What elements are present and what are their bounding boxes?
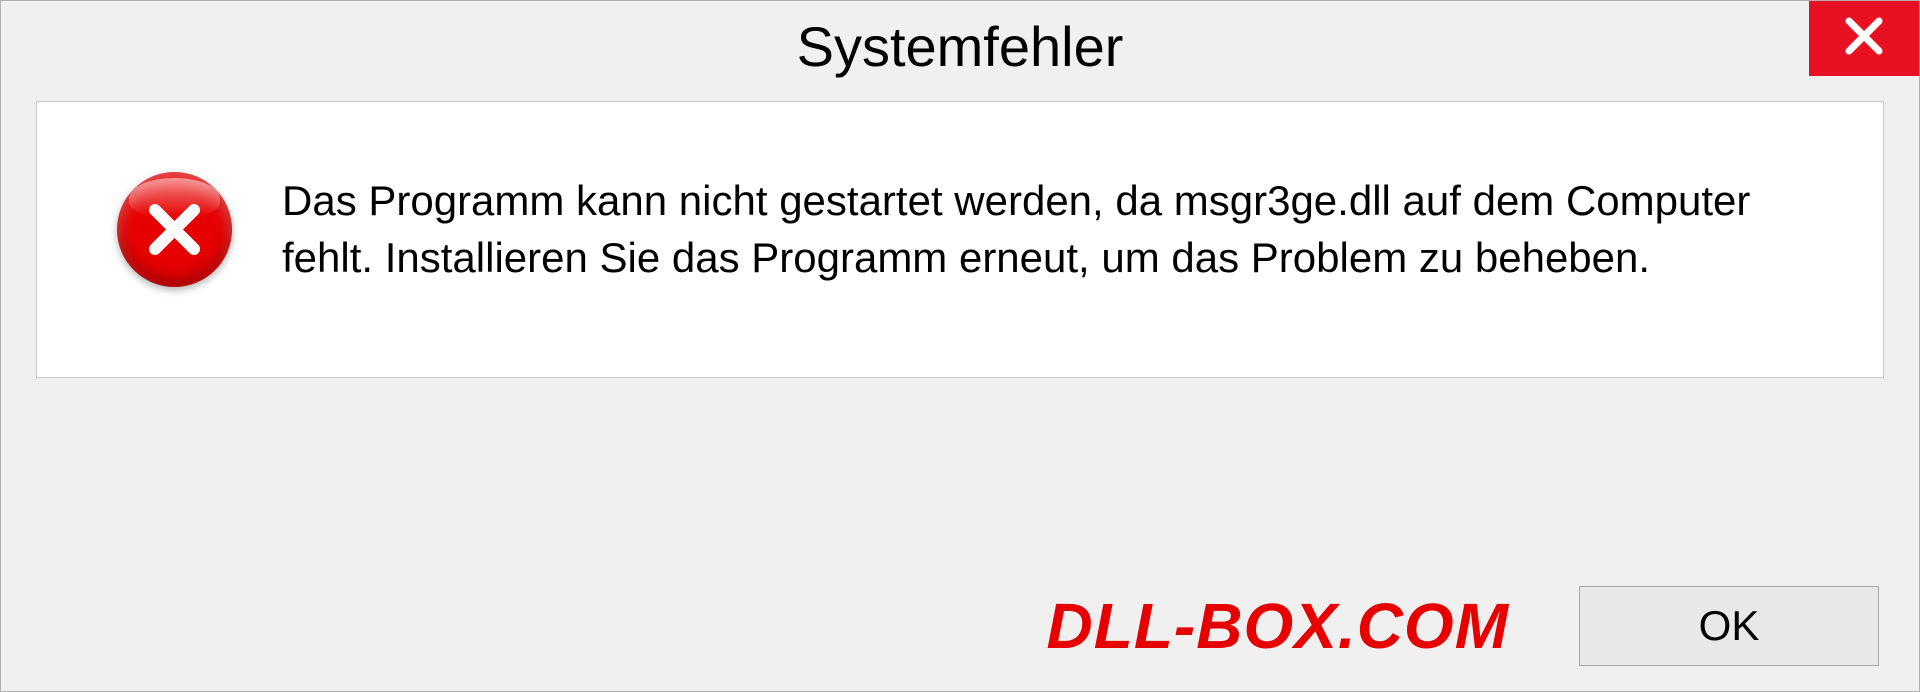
- watermark-text: DLL-BOX.COM: [1047, 589, 1510, 663]
- error-icon: [117, 172, 232, 287]
- close-button[interactable]: [1809, 1, 1919, 76]
- footer: DLL-BOX.COM OK: [1, 586, 1919, 666]
- message-panel: Das Programm kann nicht gestartet werden…: [36, 101, 1884, 378]
- close-icon: [1844, 16, 1884, 61]
- error-message: Das Programm kann nicht gestartet werden…: [282, 173, 1823, 286]
- ok-button-label: OK: [1699, 602, 1760, 650]
- dialog-title: Systemfehler: [797, 14, 1124, 79]
- titlebar: Systemfehler: [1, 1, 1919, 91]
- ok-button[interactable]: OK: [1579, 586, 1879, 666]
